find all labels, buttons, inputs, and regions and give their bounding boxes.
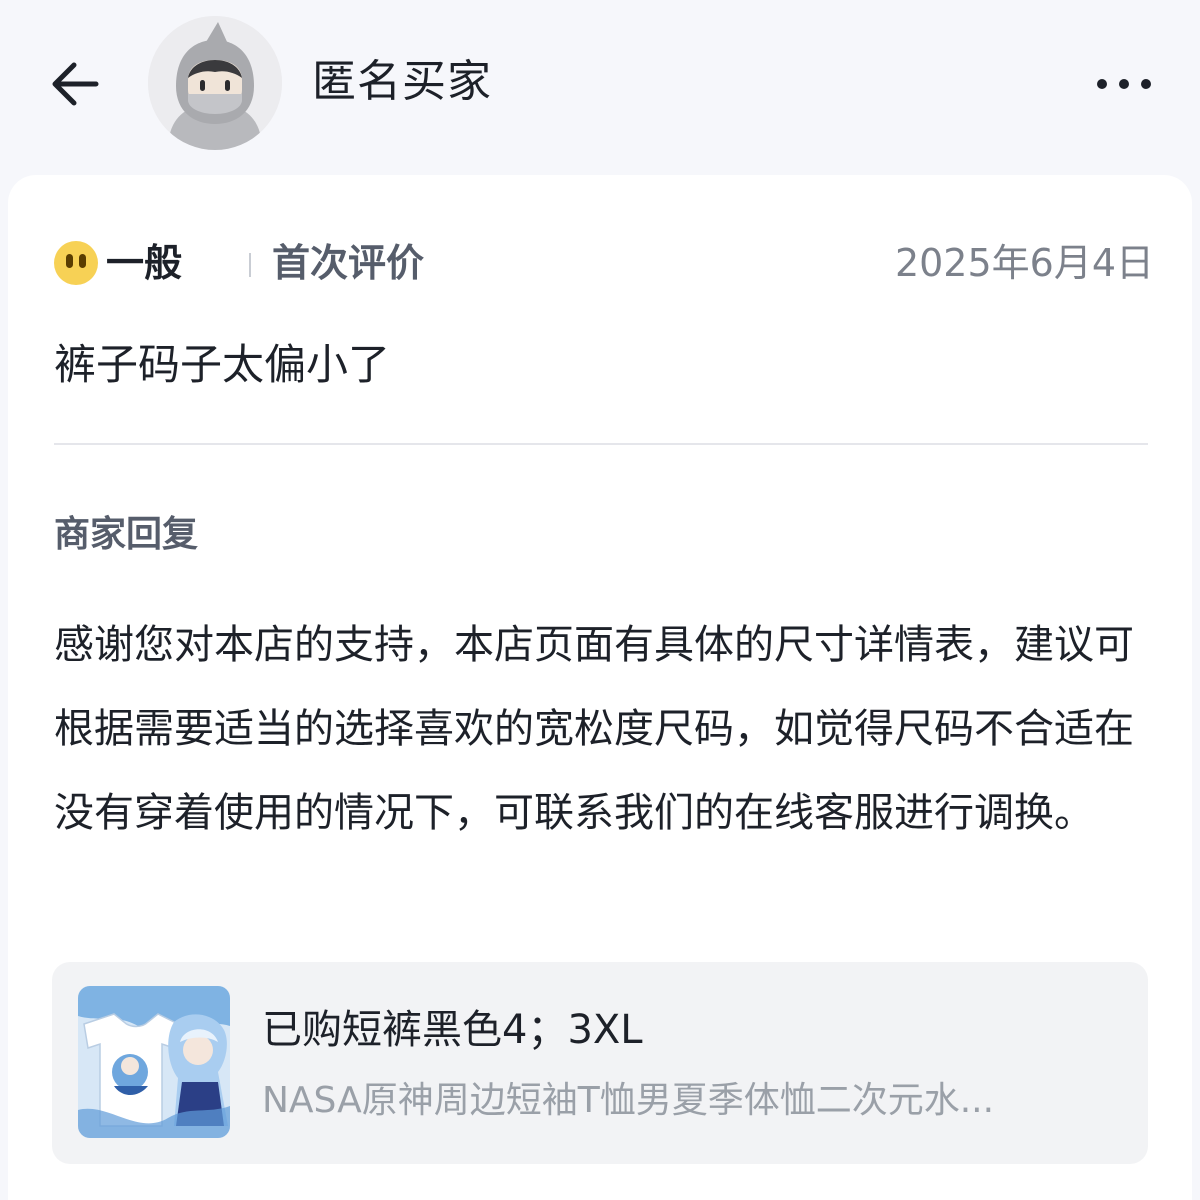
product-spec: 已购短裤黑色4；3XL [262, 1007, 643, 1053]
product-card[interactable]: 已购短裤黑色4；3XL NASA原神周边短袖T恤男夏季体恤二次元水... [52, 962, 1148, 1164]
review-card: 一般 首次评价 2025年6月4日 裤子码子太偏小了 商家回复 感谢您对本店的支… [8, 175, 1192, 1200]
product-image [78, 986, 230, 1138]
review-date: 2025年6月4日 [894, 241, 1154, 285]
face-eye-left [66, 254, 73, 268]
avatar[interactable] [148, 16, 282, 150]
product-thumbnail[interactable] [78, 986, 230, 1138]
back-button[interactable] [44, 52, 108, 116]
header: 匿名买家 [0, 0, 1200, 165]
review-detail-page: 匿名买家 一般 首次评价 2025年6月4日 裤子码子太偏小了 商家回复 感谢您… [0, 0, 1200, 1200]
back-arrow-icon [52, 62, 99, 106]
first-review-badge: 首次评价 [272, 241, 425, 285]
more-dots-icon [1097, 79, 1151, 89]
review-text: 裤子码子太偏小了 [54, 340, 391, 389]
face-eye-right [79, 254, 86, 268]
rating-label: 一般 [106, 241, 183, 285]
divider [249, 253, 251, 277]
neutral-face-icon [54, 241, 98, 285]
section-divider [54, 443, 1148, 445]
username[interactable]: 匿名买家 [312, 54, 492, 110]
merchant-reply-title: 商家回复 [54, 514, 199, 555]
merchant-reply-text: 感谢您对本店的支持，本店页面有具体的尺寸详情表，建议可根据需要适当的选择喜欢的宽… [54, 622, 1134, 836]
anonymous-avatar-icon [148, 16, 282, 150]
rating-row: 一般 首次评价 2025年6月4日 [54, 241, 1154, 285]
more-button[interactable] [1092, 64, 1156, 104]
product-title[interactable]: NASA原神周边短袖T恤男夏季体恤二次元水... [262, 1078, 1122, 1124]
